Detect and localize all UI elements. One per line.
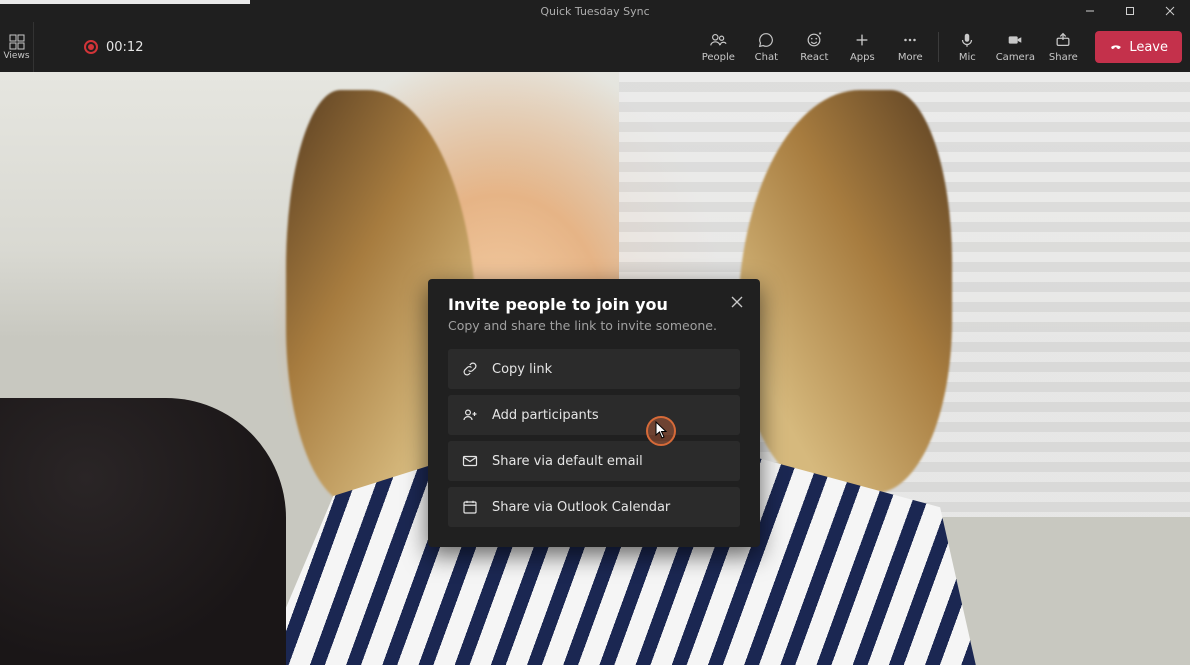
invite-modal: Invite people to join you Copy and share… (428, 279, 760, 547)
toolbar-right: People Chat React Apps More Mic Camera (694, 22, 1182, 72)
grid-icon (9, 34, 25, 50)
mic-icon (958, 31, 976, 49)
toolbar-more-button[interactable]: More (886, 22, 934, 72)
modal-option-copy-link[interactable]: Copy link (448, 349, 740, 389)
modal-option-label: Copy link (492, 362, 552, 377)
leave-label: Leave (1129, 40, 1168, 55)
toolbar-label: React (800, 52, 828, 63)
window-title: Quick Tuesday Sync (540, 5, 649, 18)
mail-icon (462, 453, 478, 469)
link-icon (462, 361, 478, 377)
close-icon (731, 296, 743, 308)
modal-option-label: Share via Outlook Calendar (492, 500, 670, 515)
toolbar-separator (938, 32, 939, 62)
toolbar-mic-button[interactable]: Mic (943, 22, 991, 72)
window-minimize-button[interactable] (1070, 0, 1110, 22)
react-icon (805, 31, 823, 49)
modal-subtitle: Copy and share the link to invite someon… (448, 318, 740, 333)
minimize-icon (1085, 6, 1095, 16)
toolbar-share-button[interactable]: Share (1039, 22, 1087, 72)
add-people-icon (462, 407, 478, 423)
record-icon (84, 40, 98, 54)
apps-icon (853, 31, 871, 49)
toolbar-people-button[interactable]: People (694, 22, 742, 72)
timer-value: 00:12 (106, 40, 143, 55)
video-decor (738, 90, 952, 493)
maximize-icon (1125, 6, 1135, 16)
toolbar-label: People (702, 52, 735, 63)
camera-icon (1006, 31, 1024, 49)
toolbar-apps-button[interactable]: Apps (838, 22, 886, 72)
recording-timer: 00:12 (84, 40, 143, 55)
window-controls (1070, 0, 1190, 22)
more-icon (901, 31, 919, 49)
share-icon (1054, 31, 1072, 49)
hangup-icon (1109, 40, 1123, 54)
meeting-toolbar: Views 00:12 People Chat React Apps More (0, 22, 1190, 72)
window-maximize-button[interactable] (1110, 0, 1150, 22)
toolbar-label: Share (1049, 52, 1078, 63)
modal-option-share-email[interactable]: Share via default email (448, 441, 740, 481)
modal-option-add-participants[interactable]: Add participants (448, 395, 740, 435)
modal-title: Invite people to join you (448, 295, 740, 314)
window-titlebar: Quick Tuesday Sync (0, 0, 1190, 22)
video-stage: Invite people to join you Copy and share… (0, 72, 1190, 665)
people-icon (709, 31, 727, 49)
toolbar-chat-button[interactable]: Chat (742, 22, 790, 72)
views-label: Views (3, 51, 29, 61)
modal-option-share-outlook[interactable]: Share via Outlook Calendar (448, 487, 740, 527)
close-icon (1165, 6, 1175, 16)
window-close-button[interactable] (1150, 0, 1190, 22)
views-button[interactable]: Views (0, 22, 34, 72)
toolbar-label: Mic (959, 52, 976, 63)
modal-option-label: Share via default email (492, 454, 643, 469)
toolbar-label: Camera (996, 52, 1035, 63)
toolbar-camera-button[interactable]: Camera (991, 22, 1039, 72)
calendar-icon (462, 499, 478, 515)
toolbar-label: Chat (755, 52, 778, 63)
modal-close-button[interactable] (724, 289, 750, 315)
titlebar-accent (0, 0, 250, 4)
leave-button[interactable]: Leave (1095, 31, 1182, 63)
toolbar-label: More (898, 52, 923, 63)
toolbar-label: Apps (850, 52, 875, 63)
modal-option-label: Add participants (492, 408, 599, 423)
chat-icon (757, 31, 775, 49)
toolbar-react-button[interactable]: React (790, 22, 838, 72)
